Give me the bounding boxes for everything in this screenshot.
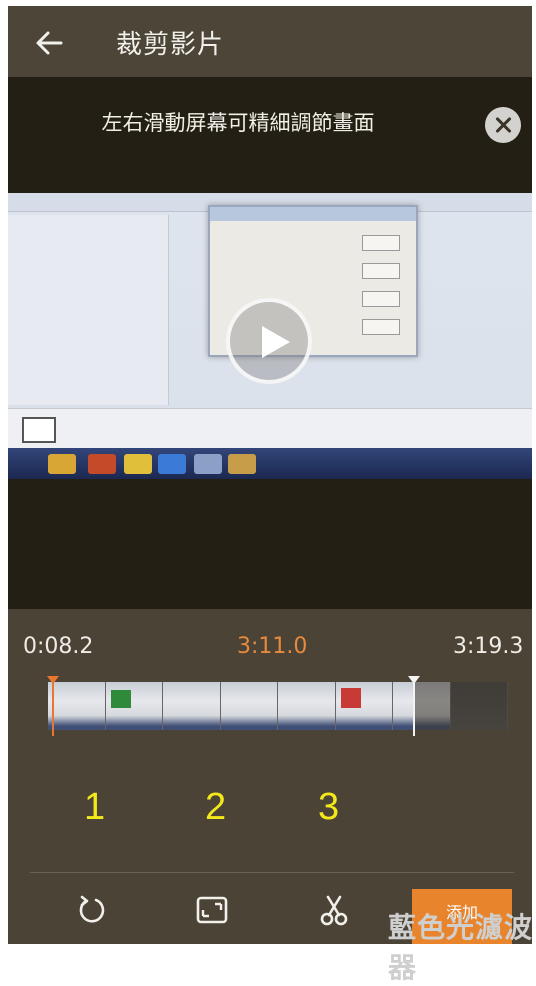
swipe-hint: 左右滑動屏幕可精細調節畫面 <box>101 111 375 135</box>
trim-end-handle[interactable] <box>408 676 420 736</box>
frame-statusbar <box>8 408 532 449</box>
timeline-thumbnail <box>220 682 278 730</box>
rotate-icon[interactable] <box>74 892 110 928</box>
app-screen: 裁剪影片 左右滑動屏幕可精細調節畫面 0:08.2 3:11.0 3:19.3 … <box>8 6 532 944</box>
annotation-number-3: 3 <box>318 786 340 828</box>
timeline-thumbnail <box>278 682 336 730</box>
trim-end-time: 3:19.3 <box>453 634 524 659</box>
trim-start-time: 0:08.2 <box>23 634 94 659</box>
play-icon[interactable] <box>226 298 312 384</box>
trim-start-handle[interactable] <box>47 676 59 736</box>
crop-ratio-icon[interactable] <box>194 892 230 928</box>
close-icon[interactable] <box>485 107 521 143</box>
timeline-thumbnail <box>48 682 106 730</box>
timeline-strip[interactable] <box>48 682 508 730</box>
annotation-number-2: 2 <box>205 786 227 828</box>
video-frame[interactable] <box>8 193 532 479</box>
frame-sidebar <box>8 215 169 405</box>
toolbar-divider <box>30 872 514 873</box>
timeline-thumbnail <box>163 682 221 730</box>
watermark-text: 藍色光濾波器 <box>388 911 534 984</box>
page-title: 裁剪影片 <box>116 30 225 60</box>
current-time: 3:11.0 <box>237 634 308 659</box>
annotation-number-1: 1 <box>84 786 106 828</box>
timeline-thumbnail <box>105 682 163 730</box>
frame-taskbar <box>8 448 532 479</box>
video-area[interactable]: 左右滑動屏幕可精細調節畫面 <box>8 77 532 609</box>
timeline-thumbnail <box>335 682 393 730</box>
header-bar: 裁剪影片 <box>8 6 532 77</box>
trimmed-overlay <box>415 682 508 730</box>
scissors-icon[interactable] <box>316 892 352 928</box>
back-arrow-icon[interactable] <box>34 28 64 58</box>
